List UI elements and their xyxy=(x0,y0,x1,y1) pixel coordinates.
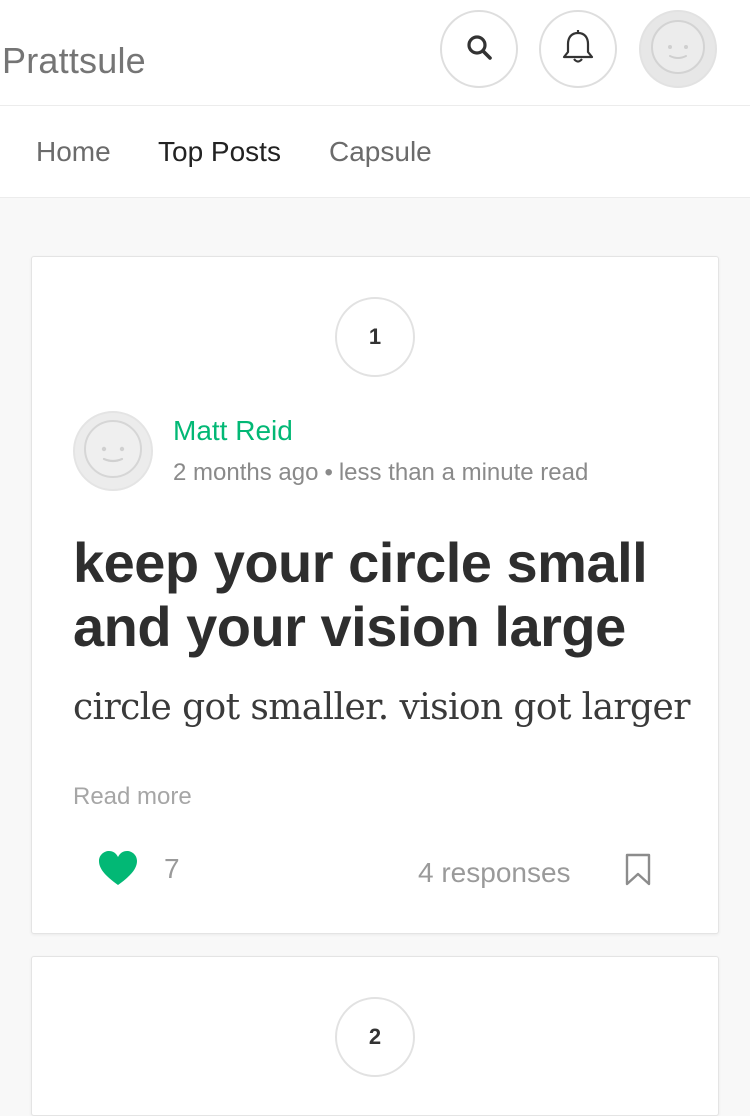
bell-icon xyxy=(561,28,595,71)
author-name-link[interactable]: Matt Reid xyxy=(173,415,293,447)
top-bar: Prattsule xyxy=(0,0,750,106)
post-meta: 2 months ago • less than a minute read xyxy=(173,459,588,487)
brand-logo[interactable]: Prattsule xyxy=(2,40,146,82)
bookmark-button[interactable] xyxy=(624,853,652,892)
heart-icon xyxy=(98,851,138,892)
notifications-button[interactable] xyxy=(539,10,617,88)
read-more-link[interactable]: Read more xyxy=(73,783,192,811)
post-subtitle: circle got smaller. vision got larger xyxy=(73,687,690,728)
post-title[interactable]: keep your circle small and your vision l… xyxy=(73,531,703,659)
read-time: less than a minute read xyxy=(338,459,589,486)
search-button[interactable] xyxy=(440,10,518,88)
nav-item-capsule[interactable]: Capsule xyxy=(329,136,432,168)
like-count: 7 xyxy=(164,853,180,884)
post-card[interactable]: 1 Matt Reid 2 months ago • less than a min… xyxy=(31,256,719,934)
bookmark-icon xyxy=(624,853,652,891)
user-avatar-icon xyxy=(649,18,707,81)
section-nav: Home Top Posts Capsule xyxy=(0,106,750,198)
nav-item-top-posts[interactable]: Top Posts xyxy=(158,136,281,168)
like-button[interactable] xyxy=(98,851,138,892)
post-time: 2 months ago xyxy=(173,459,319,486)
post-rank-badge: 2 xyxy=(335,997,415,1077)
post-rank-badge: 1 xyxy=(335,297,415,377)
user-avatar-icon xyxy=(82,418,144,485)
author-avatar[interactable] xyxy=(73,411,153,491)
meta-separator: • xyxy=(324,459,333,486)
responses-link[interactable]: 4 responses xyxy=(418,857,571,889)
post-card[interactable]: 2 xyxy=(31,956,719,1116)
nav-item-home[interactable]: Home xyxy=(36,136,111,168)
search-icon xyxy=(465,33,493,66)
profile-avatar-button[interactable] xyxy=(639,10,717,88)
